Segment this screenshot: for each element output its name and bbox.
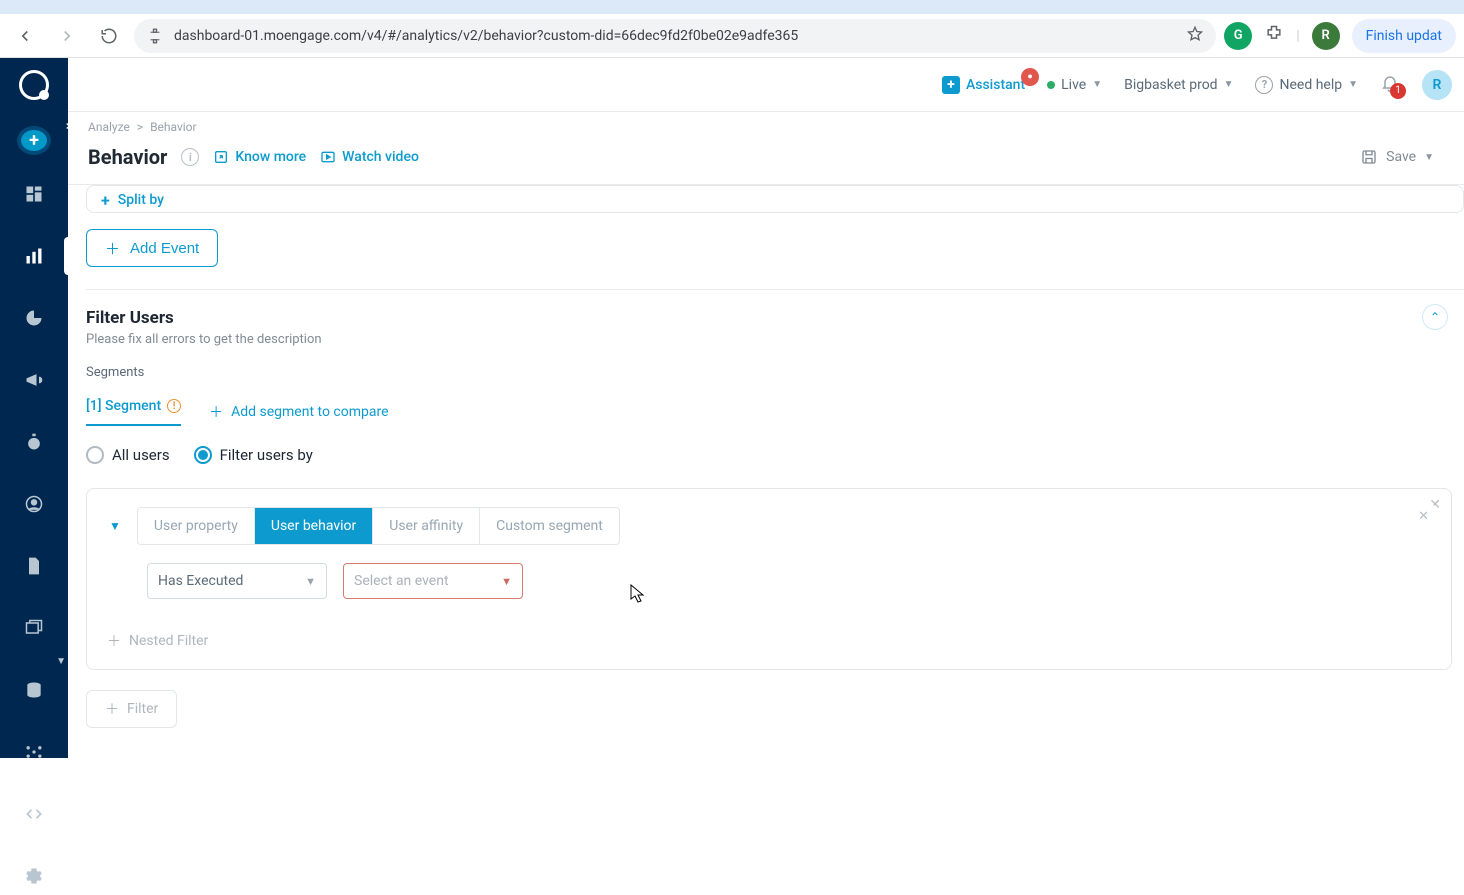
tab-user-affinity[interactable]: User affinity [373,508,480,544]
execution-condition-select[interactable]: Has Executed ▼ [147,563,327,599]
chevron-down-icon: ▼ [1424,152,1434,163]
chevron-down-icon: ▼ [1348,79,1358,90]
help-icon: ? [1255,76,1273,94]
sidebar-item-campaign[interactable] [0,361,68,399]
site-settings-icon[interactable] [146,27,164,45]
split-by-card: + Split by [86,185,1464,213]
profile-avatar-icon[interactable]: R [1312,22,1340,50]
add-nested-filter-button[interactable]: ＋ Nested Filter [103,631,1435,651]
back-button[interactable] [8,19,42,53]
radio-icon [86,446,104,464]
watch-video-link[interactable]: Watch video [320,149,419,165]
know-more-link[interactable]: Know more [213,149,306,165]
sidebar-item-layers[interactable] [0,609,68,647]
forward-button[interactable] [50,19,84,53]
close-icon[interactable]: ✕ [1418,509,1429,524]
sidebar-item-dashboard[interactable] [0,175,68,213]
reload-button[interactable] [92,19,126,53]
need-help-button[interactable]: ? Need help ▼ [1255,76,1358,94]
filter-subtitle: Please fix all errors to get the descrip… [86,332,1464,347]
chevron-down-icon: ▼ [1092,79,1102,90]
notification-count: 1 [1390,83,1406,99]
filter-rule-card: ✕ ▼ User property User behavior User aff… [103,503,1435,617]
warning-icon: ! [167,399,181,413]
sidebar-item-pie[interactable] [0,299,68,337]
sidebar-item-settings[interactable] [0,857,68,895]
plus-icon: ＋ [105,699,119,719]
notifications-button[interactable]: 1 [1380,73,1400,97]
info-icon[interactable]: i [181,148,199,166]
event-select[interactable]: Select an event ▼ [343,563,523,599]
tab-user-behavior[interactable]: User behavior [255,508,373,544]
brand-logo-icon[interactable] [14,70,54,100]
breadcrumb-current: Behavior [150,120,197,134]
url-text: dashboard-01.moengage.com/v4/#/analytics… [174,28,1176,44]
sidebar-item-code[interactable] [0,795,68,833]
plus-icon[interactable]: + [101,191,110,210]
extensions-icon[interactable] [1264,24,1284,48]
address-bar[interactable]: dashboard-01.moengage.com/v4/#/analytics… [134,19,1216,53]
tab-user-property[interactable]: User property [138,508,255,544]
breadcrumb: Analyze > Behavior [68,112,1464,134]
add-segment-button[interactable]: ＋ Add segment to compare [209,402,388,422]
add-event-button[interactable]: ＋ Add Event [86,229,218,267]
add-filter-button[interactable]: ＋ Filter [86,690,177,728]
sidebar-item-file[interactable] [0,547,68,585]
plus-icon: ＋ [107,631,121,651]
sidebar-item-stopwatch[interactable] [0,423,68,461]
chevron-down-icon: ▼ [305,575,316,588]
assistant-button[interactable]: + Assistant ● [942,76,1025,94]
filter-users-panel: ⌃ Filter Users Please fix all errors to … [86,289,1464,755]
user-menu[interactable]: R [1422,70,1452,100]
split-by-label[interactable]: Split by [118,192,164,208]
radio-icon [194,446,212,464]
tab-custom-segment[interactable]: Custom segment [480,508,619,544]
save-button[interactable]: Save ▼ [1350,142,1444,172]
filter-title: Filter Users [86,308,1464,328]
radio-all-users[interactable]: All users [86,446,170,464]
bookmark-star-icon[interactable] [1186,25,1204,47]
status-dot-icon [1047,81,1055,89]
grammarly-extension-icon[interactable]: G [1224,22,1252,50]
main-region: + Assistant ● Live ▼ Bigbasket prod ▼ ? … [68,58,1464,758]
segments-label: Segments [86,365,1464,380]
filter-type-tabs: User property User behavior User affinit… [137,507,620,545]
sidebar-item-data[interactable] [0,671,68,709]
workspace-selector[interactable]: Bigbasket prod ▼ [1124,77,1233,93]
create-button[interactable]: + [17,126,51,155]
browser-toolbar: dashboard-01.moengage.com/v4/#/analytics… [0,14,1464,58]
plus-icon: ＋ [105,238,120,259]
chevron-down-icon: ▼ [501,575,512,588]
sidebar-item-user[interactable] [0,485,68,523]
finish-update-button[interactable]: Finish updat [1352,19,1456,53]
radio-filter-users-by[interactable]: Filter users by [194,446,313,464]
assistant-plus-icon: + [942,76,960,94]
breadcrumb-parent[interactable]: Analyze [88,120,130,134]
environment-selector[interactable]: Live ▼ [1047,77,1102,93]
sidebar: + [0,58,68,758]
filter-card: ✕ ✕ ▼ User property User behavior User a… [86,488,1452,670]
segment-tab-1[interactable]: [1] Segment ! [86,398,181,426]
page-title-row: Behavior i Know more Watch video Save ▼ [68,134,1464,185]
sidebar-scroll-down-icon[interactable]: ▼ [56,656,66,667]
chevron-down-icon: ▼ [1224,79,1234,90]
collapse-panel-icon[interactable]: ⌃ [1422,304,1448,330]
sidebar-item-analytics[interactable] [0,237,68,275]
plus-icon: ＋ [209,402,223,422]
sidebar-item-connect[interactable] [0,733,68,771]
app-header: + Assistant ● Live ▼ Bigbasket prod ▼ ? … [68,58,1464,112]
segment-tabs: [1] Segment ! ＋ Add segment to compare [86,398,1464,426]
assistant-badge-icon: ● [1021,68,1039,86]
collapse-rule-icon[interactable]: ▼ [105,513,125,539]
page-title: Behavior [88,145,167,169]
